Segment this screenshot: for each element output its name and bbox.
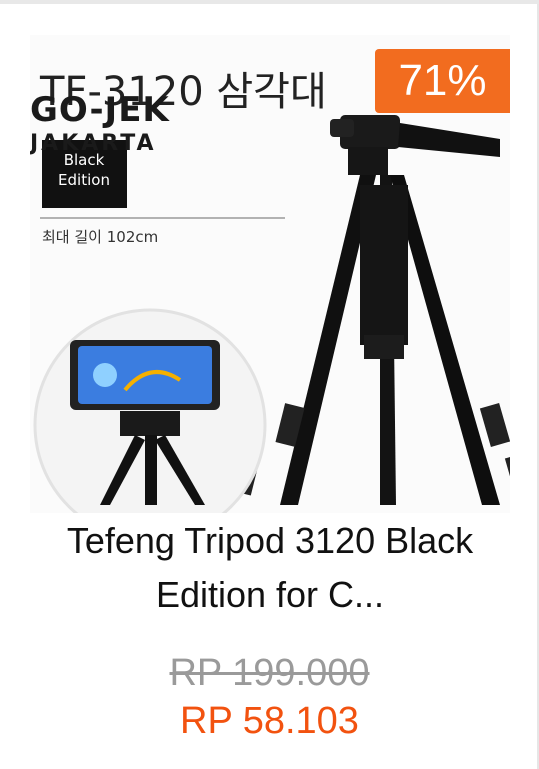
product-title-line2: Edition for C... bbox=[155, 574, 385, 615]
edition-line2: Edition bbox=[58, 171, 110, 189]
watermark-sub: JAKARTA bbox=[30, 131, 157, 156]
original-price: RP 199.000 bbox=[169, 652, 370, 694]
watermark-main: GO-JEK bbox=[30, 90, 170, 130]
product-title[interactable]: Tefeng Tripod 3120 Black Edition for C..… bbox=[30, 514, 510, 622]
product-image[interactable]: TF-3120 삼각대 Black Edition 최대 길이 102cm GO… bbox=[30, 35, 510, 513]
sale-price: RP 58.103 bbox=[180, 700, 359, 742]
discount-badge: 71% bbox=[375, 49, 510, 113]
divider bbox=[0, 0, 539, 4]
product-card[interactable]: TF-3120 삼각대 Black Edition 최대 길이 102cm GO… bbox=[0, 0, 539, 769]
product-title-line1: Tefeng Tripod 3120 Black bbox=[66, 520, 474, 561]
length-label: 최대 길이 102cm bbox=[42, 228, 158, 246]
